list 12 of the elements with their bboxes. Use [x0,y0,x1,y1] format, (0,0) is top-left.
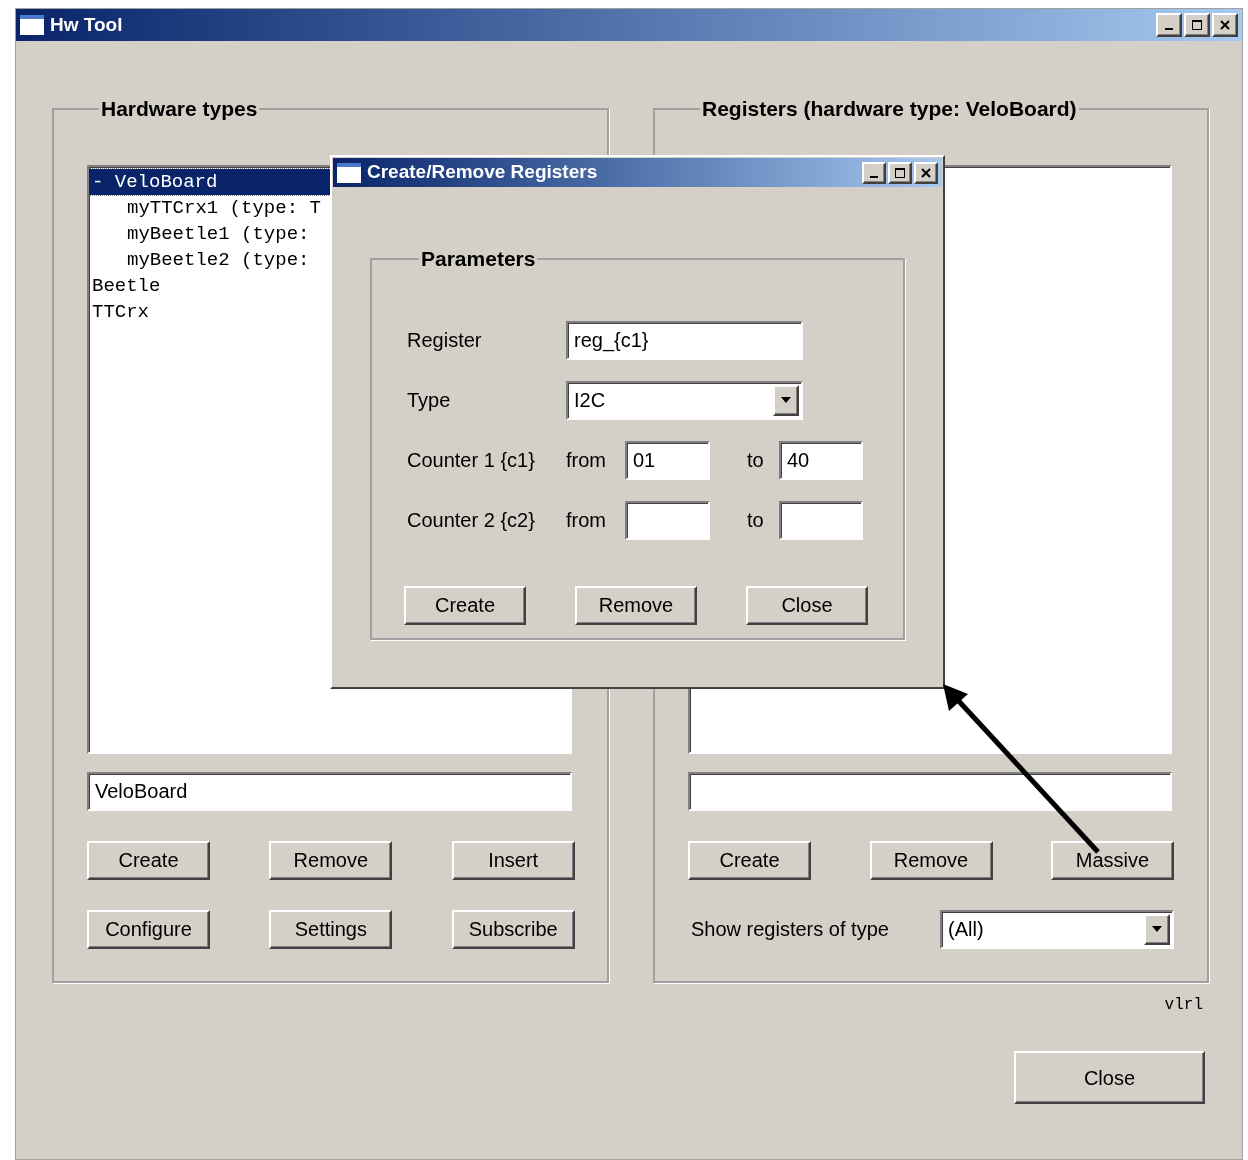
window-title: Hw Tool [50,12,123,37]
version-label: vlrl [1164,995,1203,1016]
field-label: Register [407,328,483,353]
field-label: Counter 1 {c1} [407,448,536,473]
field-label: Type [407,388,452,413]
group-title: Parameters [420,246,537,272]
filter-label: Show registers of type [690,917,889,942]
to-label: to [746,448,765,473]
group-title: Hardware types [100,96,259,122]
to-label: to [746,508,765,533]
field-label: Counter 2 {c2} [407,508,536,533]
group-title: Registers (hardware type: VeloBoard) [701,96,1078,122]
